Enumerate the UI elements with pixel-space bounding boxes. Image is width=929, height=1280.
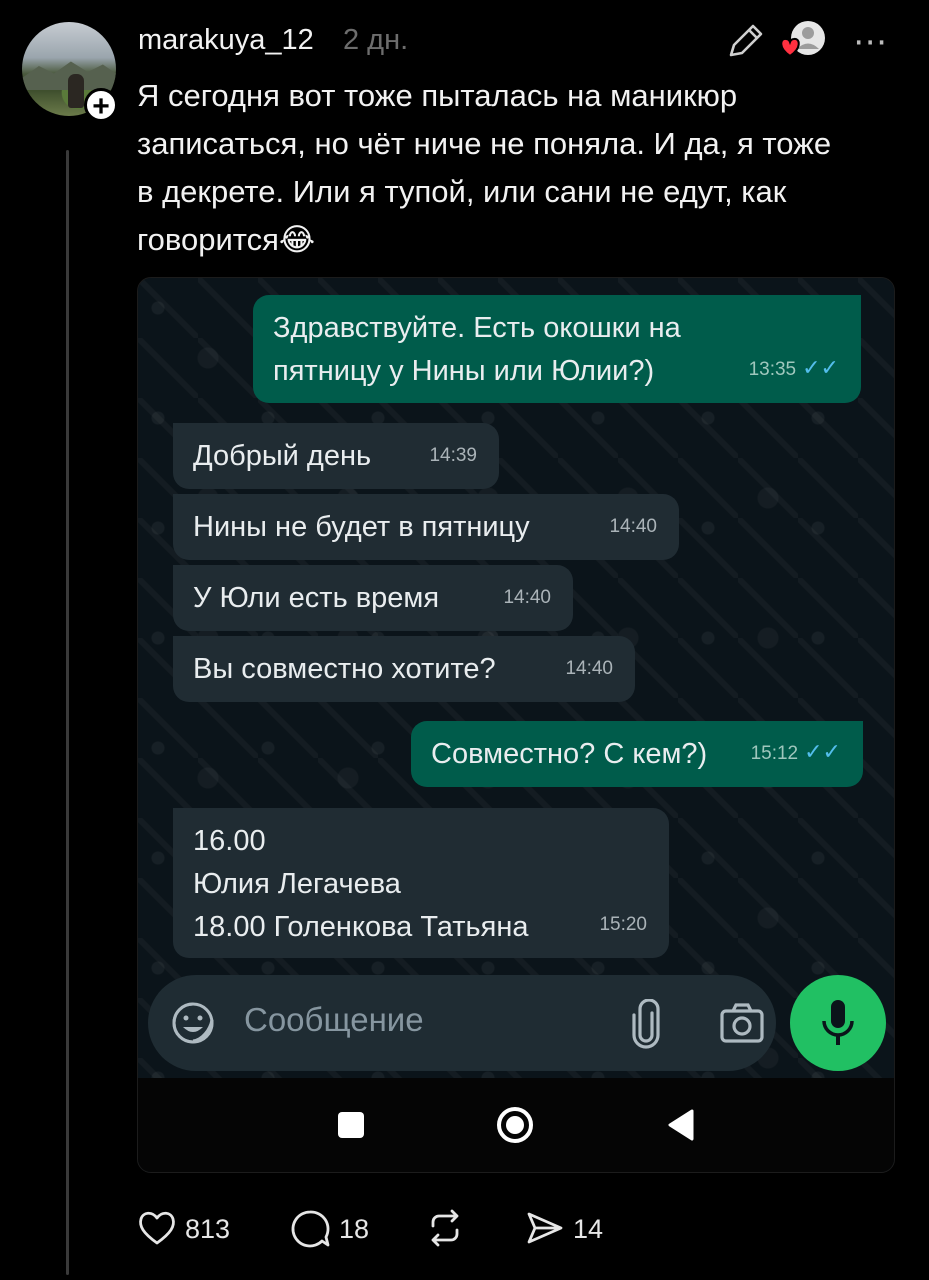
more-options-icon[interactable]: ⋯ bbox=[853, 22, 888, 62]
message-text: 16.00 Юлия Легачева 18.00 Голенкова Тать… bbox=[193, 825, 529, 943]
post-time-ago: 2 дн. bbox=[343, 24, 409, 56]
camera-icon[interactable] bbox=[718, 1001, 766, 1045]
chat-message: Вы совместно хотите? 14:40 bbox=[173, 636, 635, 702]
post-text: Я сегодня вот тоже пыталась на маникюр з… bbox=[137, 78, 832, 257]
chat-message: Совместно? С кем?) 15:12 ✓✓ bbox=[411, 721, 863, 787]
pencil-icon[interactable] bbox=[722, 18, 768, 64]
like-count: 813 bbox=[185, 1214, 231, 1244]
follow-plus-icon[interactable]: + bbox=[84, 88, 118, 123]
message-time: 14:40 bbox=[503, 587, 551, 608]
home-icon[interactable] bbox=[495, 1105, 535, 1145]
recent-apps-icon[interactable] bbox=[338, 1112, 364, 1138]
message-time: 13:35 bbox=[748, 359, 797, 380]
chat-message: У Юли есть время 14:40 bbox=[173, 565, 573, 631]
message-input-placeholder[interactable]: Сообщение bbox=[244, 1001, 424, 1039]
heart-icon[interactable] bbox=[137, 1208, 177, 1248]
thread-line bbox=[66, 150, 69, 1275]
post-username[interactable]: marakuya_12 bbox=[138, 24, 314, 57]
share-count: 14 bbox=[573, 1214, 604, 1244]
message-time: 14:40 bbox=[609, 516, 657, 537]
comment-icon[interactable] bbox=[289, 1208, 331, 1250]
chat-message: 16.00 Юлия Легачева 18.00 Голенкова Тать… bbox=[173, 808, 669, 958]
chat-message: Здравствуйте. Есть окошки на пятницу у Н… bbox=[253, 295, 861, 403]
message-time: 14:40 bbox=[565, 658, 613, 679]
message-time: 15:20 bbox=[599, 914, 647, 935]
mic-icon bbox=[822, 1000, 854, 1045]
message-text: Нины не будет в пятницу bbox=[193, 511, 530, 543]
message-composer[interactable]: Сообщение bbox=[148, 975, 776, 1071]
message-text: У Юли есть время bbox=[193, 582, 440, 614]
chat-message: Нины не будет в пятницу 14:40 bbox=[173, 494, 679, 560]
paperclip-icon[interactable] bbox=[628, 999, 664, 1049]
message-time: 15:12 bbox=[750, 743, 799, 764]
read-ticks-icon: ✓✓ bbox=[804, 739, 841, 764]
comment-count: 18 bbox=[339, 1214, 370, 1244]
mic-button[interactable] bbox=[790, 975, 886, 1071]
android-nav-bar bbox=[138, 1078, 894, 1172]
chat-screenshot[interactable]: Здравствуйте. Есть окошки на пятницу у Н… bbox=[137, 277, 895, 1173]
send-icon[interactable] bbox=[525, 1208, 565, 1248]
read-ticks-icon: ✓✓ bbox=[802, 355, 839, 380]
repost-icon[interactable] bbox=[425, 1208, 465, 1248]
post-page: + marakuya_12 2 дн. ⋯ Я сегодня вот тоже… bbox=[0, 0, 929, 1280]
liked-by-avatar-icon[interactable] bbox=[776, 18, 828, 66]
back-icon[interactable] bbox=[666, 1108, 696, 1142]
message-time: 14:39 bbox=[429, 445, 477, 466]
emoji-icon[interactable] bbox=[170, 1000, 216, 1046]
chat-message: Добрый день 14:39 bbox=[173, 423, 499, 489]
message-text: Вы совместно хотите? bbox=[193, 653, 496, 685]
